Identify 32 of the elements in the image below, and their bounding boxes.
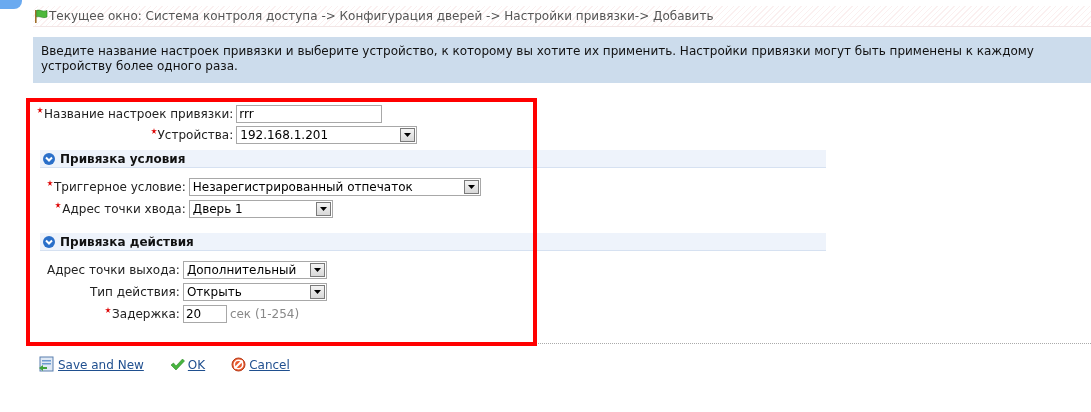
info-message: Введите название настроек привязки и выберите устройство, к которому вы хотите их применить. Настройки привязки могут быть применены к каждому устройству более одного раза. <box>33 37 1091 83</box>
check-icon <box>169 358 185 371</box>
field-label: Тип действия: <box>88 285 181 299</box>
ok-link[interactable]: OK <box>169 357 206 372</box>
dropdown[interactable]: Открыть <box>182 283 327 301</box>
cancel-icon <box>231 357 247 372</box>
text-field[interactable]: 20 <box>182 305 227 323</box>
flag-icon <box>33 8 49 24</box>
dropdown[interactable]: Дополнительный <box>182 261 327 279</box>
dropdown-arrow-icon <box>313 268 321 272</box>
field-label: Триггерное условие: <box>47 180 189 194</box>
save-form-icon <box>38 356 55 373</box>
dropdown-arrow-icon <box>319 207 327 211</box>
dropdown-arrow-icon <box>313 290 321 294</box>
field-label: Адрес точки выхода: <box>47 263 181 277</box>
text-field[interactable]: rrr <box>236 105 383 123</box>
field-label: Адрес точки хвода: <box>47 202 189 216</box>
dropdown-arrow-icon <box>404 133 412 137</box>
tab-corner <box>0 0 22 9</box>
field-label: Название настроек привязки: <box>37 107 237 121</box>
field-label: Устройства: <box>37 128 237 142</box>
breadcrumb: Текущее окно: Система контроля доступа -> Конфигурация дверей -> Настройки привязки-> Добавить <box>49 9 714 23</box>
dropdown[interactable]: 192.168.1.201 <box>236 126 418 144</box>
section-header[interactable]: Привязка действия <box>40 233 826 251</box>
dropdown-arrow-icon <box>467 185 475 189</box>
dropdown[interactable]: Дверь 1 <box>188 200 333 218</box>
section-header[interactable]: Привязка условия <box>40 150 826 168</box>
unit-hint: сек (1-254) <box>229 307 300 321</box>
save-and-new-link[interactable]: Save and New <box>38 356 144 373</box>
field-label: Задержка: <box>47 307 183 321</box>
dropdown[interactable]: Незарегистрированный отпечаток <box>188 178 481 196</box>
cancel-link[interactable]: Cancel <box>231 357 290 372</box>
